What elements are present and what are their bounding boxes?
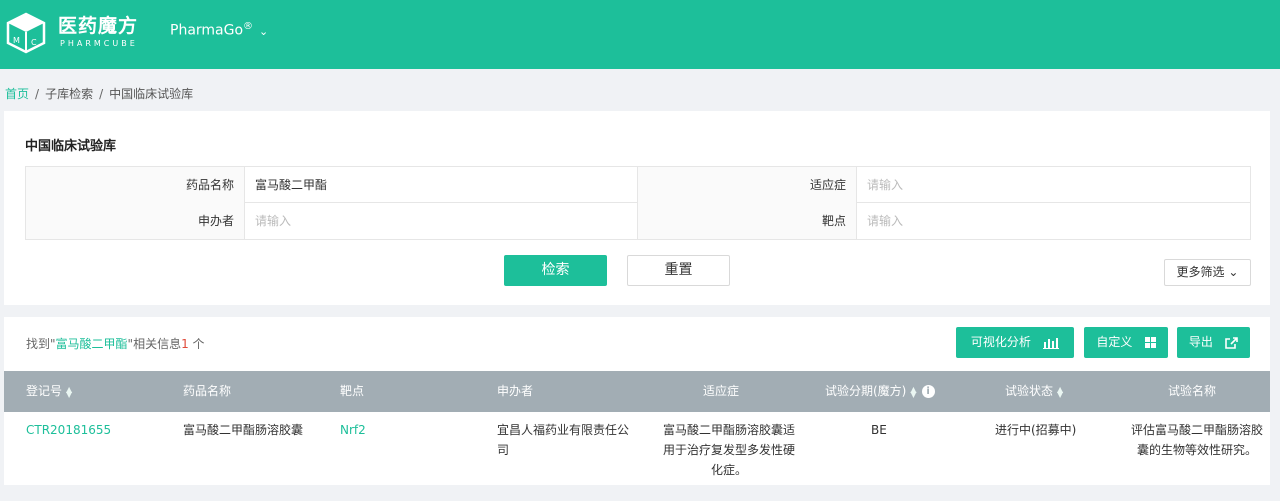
drug-name-input[interactable]: 富马酸二甲酯	[245, 167, 638, 203]
column-trial-name: 试验名称	[1168, 384, 1217, 398]
indication-input[interactable]: 请输入	[857, 167, 1250, 203]
results-suffix: 个	[192, 337, 205, 351]
results-prefix: 找到"	[26, 337, 56, 351]
svg-text:M: M	[13, 36, 20, 45]
product-name: PharmaGo	[170, 22, 244, 39]
column-label: 登记号	[26, 384, 63, 398]
column-target: 靶点	[340, 384, 365, 398]
form-row: 药品名称 富马酸二甲酯 适应症 请输入	[26, 167, 1250, 203]
indication-cell: 富马酸二甲酯肠溶胶囊适 用于治疗复发型多发性硬 化症。	[654, 420, 804, 480]
column-status[interactable]: 试验状态 ▲ ▼	[1005, 371, 1063, 412]
customize-button[interactable]: 自定义	[1084, 327, 1168, 358]
export-button[interactable]: 导出	[1177, 327, 1250, 358]
product-switcher[interactable]: PharmaGo® ⌄	[170, 21, 268, 39]
column-label: 试验状态	[1005, 384, 1054, 398]
target-label: 靶点	[638, 203, 857, 239]
drug-name-cell: 富马酸二甲酯肠溶胶囊	[183, 423, 304, 437]
bar-chart-icon	[1039, 335, 1060, 349]
logo-text[interactable]: 医药魔方	[58, 11, 138, 38]
status-cell: 进行中(招募中)	[995, 423, 1077, 437]
sponsor-label: 申办者	[26, 203, 245, 239]
export-label: 导出	[1188, 335, 1213, 349]
export-icon	[1221, 335, 1238, 349]
visualize-label: 可视化分析	[970, 335, 1031, 349]
indication-line: 富马酸二甲酯肠溶胶囊适	[662, 423, 795, 437]
registered-mark: ®	[243, 21, 254, 32]
phase-cell: BE	[871, 423, 887, 437]
more-filters-label: 更多筛选	[1176, 265, 1225, 279]
breadcrumb-subdb[interactable]: 子库检索	[45, 87, 93, 101]
form-row: 申办者 请输入 靶点 请输入	[26, 203, 1250, 239]
column-phase[interactable]: 试验分期(魔方) ▲ ▼ i	[825, 371, 935, 412]
reg-no-link[interactable]: CTR20181655	[26, 420, 111, 440]
sponsor-line: 宜昌人福药业有限责任公	[497, 423, 630, 437]
visualize-button[interactable]: 可视化分析	[956, 327, 1074, 358]
table-header: 登记号 ▲ ▼ 药品名称 靶点 申办者 适应症 试验分期(魔方) ▲ ▼ i 试验状态 ▲ ▼…	[4, 371, 1270, 412]
customize-label: 自定义	[1096, 335, 1133, 349]
indication-line: 化症。	[710, 463, 747, 477]
indication-label: 适应症	[638, 167, 857, 203]
breadcrumb-separator: /	[35, 87, 40, 101]
breadcrumb: 首页 / 子库检索 / 中国临床试验库	[5, 85, 193, 102]
column-reg-no[interactable]: 登记号 ▲ ▼	[26, 371, 72, 412]
breadcrumb-current: 中国临床试验库	[109, 87, 194, 101]
more-filters-button[interactable]: 更多筛选 ⌄	[1164, 259, 1251, 286]
reset-button[interactable]: 重置	[627, 255, 730, 286]
search-form: 药品名称 富马酸二甲酯 适应症 请输入 申办者 请输入 靶点 请输入	[25, 166, 1251, 240]
results-summary: 找到"富马酸二甲酯"相关信息1 个	[26, 335, 205, 352]
drug-name-label: 药品名称	[26, 167, 245, 203]
column-indication: 适应症	[703, 384, 740, 398]
sort-icon[interactable]: ▲ ▼	[910, 385, 916, 398]
column-drug-name: 药品名称	[183, 384, 232, 398]
trial-name-cell: 评估富马酸二甲酯肠溶胶 囊的生物等效性研究。	[1124, 420, 1270, 460]
sort-icon[interactable]: ▲ ▼	[66, 385, 72, 398]
cube-logo-icon[interactable]: M C	[6, 12, 46, 54]
info-icon[interactable]: i	[921, 385, 935, 398]
sponsor-line: 司	[497, 443, 510, 457]
breadcrumb-home[interactable]: 首页	[5, 87, 29, 101]
sponsor-input[interactable]: 请输入	[245, 203, 638, 239]
results-count: 1	[181, 337, 189, 351]
search-button[interactable]: 检索	[504, 255, 607, 286]
table-row: CTR20181655 富马酸二甲酯肠溶胶囊 Nrf2 宜昌人福药业有限责任公 …	[4, 412, 1270, 485]
sort-icon[interactable]: ▲ ▼	[1057, 385, 1063, 398]
indication-line: 用于治疗复发型多发性硬	[662, 443, 795, 457]
svg-text:C: C	[31, 38, 37, 47]
page-title: 中国临床试验库	[25, 139, 117, 154]
top-navbar: M C 医药魔方 PHARMCUBE PharmaGo® ⌄	[0, 0, 1280, 69]
column-sponsor: 申办者	[497, 384, 534, 398]
breadcrumb-separator: /	[99, 87, 104, 101]
target-link[interactable]: Nrf2	[340, 420, 366, 440]
target-input[interactable]: 请输入	[857, 203, 1250, 239]
trial-name-line: 囊的生物等效性研究。	[1136, 443, 1257, 457]
sponsor-cell: 宜昌人福药业有限责任公 司	[497, 420, 647, 460]
grid-icon	[1140, 335, 1156, 349]
chevron-down-icon: ⌄	[259, 24, 269, 38]
results-middle: "相关信息	[127, 337, 182, 351]
search-panel: 中国临床试验库 药品名称 富马酸二甲酯 适应症 请输入 申办者 请输入 靶点 请…	[4, 111, 1270, 305]
column-label: 试验分期(魔方)	[825, 384, 907, 398]
chevron-down-icon: ⌄	[1224, 265, 1239, 279]
results-keyword: 富马酸二甲酯	[55, 337, 128, 351]
logo-subtext: PHARMCUBE	[60, 39, 138, 48]
trial-name-line: 评估富马酸二甲酯肠溶胶	[1130, 423, 1263, 437]
